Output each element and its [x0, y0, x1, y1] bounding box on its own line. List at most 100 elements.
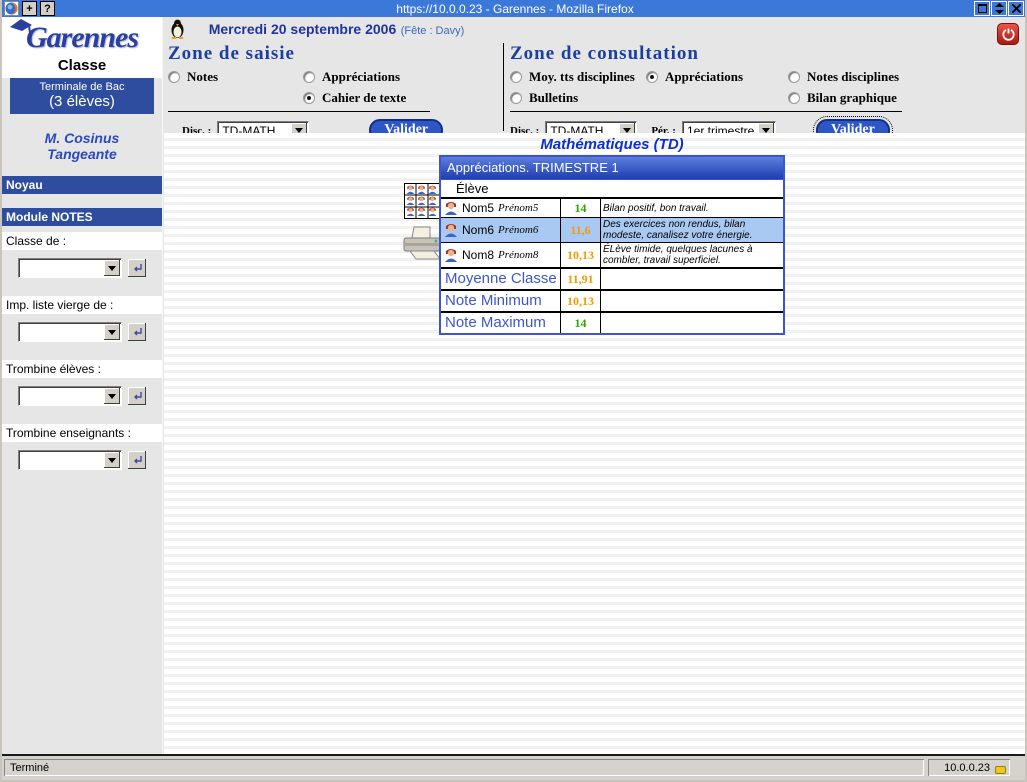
fete-label: (Fête : Davy) [401, 25, 465, 37]
student-name: Nom6 [462, 223, 494, 237]
group-label: Trombine élèves : [2, 360, 162, 378]
page-title: Mathématiques (TD) [439, 136, 785, 153]
firefox-icon [4, 1, 19, 16]
radio-bilan-graphique[interactable]: Bilan graphique [788, 89, 1011, 106]
appreciation-text: ÉLève timide, quelques lacunes à combler… [601, 243, 783, 267]
student-name: Nom5 [462, 201, 494, 215]
student-firstname: Prénom5 [498, 202, 538, 214]
browser-window: + ? https://10.0.0.23 - Garennes - Mozil… [0, 0, 1027, 782]
radio-icon[interactable] [168, 71, 180, 83]
summary-row-minimum: Note Minimum 10,13 [441, 291, 783, 313]
table-row[interactable]: Nom8 Prénom8 10,13 ÉLève timide, quelque… [441, 243, 783, 269]
note-value: 14 [561, 199, 601, 217]
shade-button[interactable] [991, 1, 1007, 16]
classe-count: (3 élèves) [10, 93, 154, 110]
summary-value: 11,91 [561, 269, 601, 289]
chevron-down-icon[interactable] [104, 452, 120, 468]
window-menu-button[interactable]: + [22, 1, 37, 16]
trombine-eleves-submit-button[interactable] [128, 387, 146, 405]
radio-notes[interactable]: Notes [168, 68, 303, 85]
chevron-down-icon[interactable] [104, 388, 120, 404]
classe-box: Terminale de Bac (3 élèves) [10, 78, 154, 114]
select-value [19, 387, 103, 405]
radio-icon[interactable] [510, 71, 522, 83]
student-firstname: Prénom6 [498, 224, 538, 236]
zone-consultation-title: Zone de consultation [510, 43, 1011, 65]
select-value [19, 323, 103, 341]
resize-grip[interactable] [1010, 759, 1023, 776]
student-avatar [444, 201, 458, 215]
host-address: 10.0.0.23 [944, 762, 990, 774]
close-icon[interactable] [1008, 1, 1024, 16]
window-help-button[interactable]: ? [40, 1, 55, 16]
classe-de-select[interactable] [18, 258, 122, 278]
classe-name: Terminale de Bac [10, 81, 154, 93]
header-band: Mercredi 20 septembre 2006 (Fête : Davy)… [164, 17, 1025, 133]
appreciation-text: Des exercices non rendus, bilan modeste,… [601, 218, 783, 242]
radio-cahier-de-texte[interactable]: Cahier de texte [303, 89, 503, 106]
teacher-subject: Tangeante [2, 146, 162, 162]
select-value [19, 451, 103, 469]
window-title: https://10.0.0.23 - Garennes - Mozilla F… [56, 2, 974, 16]
trombine-eleves-select[interactable] [18, 386, 122, 406]
trombinoscope-icon[interactable] [404, 183, 440, 224]
chevron-down-icon[interactable] [104, 260, 120, 276]
student-avatar [444, 223, 458, 237]
radio-appreciations[interactable]: Appréciations [303, 68, 503, 85]
chevron-down-icon[interactable] [104, 324, 120, 340]
zone-saisie: Zone de saisie Notes Appréciations [164, 43, 503, 142]
imp-liste-submit-button[interactable] [128, 323, 146, 341]
column-header-eleve: Élève [441, 180, 783, 199]
logo-cap-icon [8, 17, 34, 37]
radio-icon[interactable] [788, 92, 800, 104]
radio-moy-tts-disciplines[interactable]: Moy. tts disciplines [510, 68, 646, 85]
maximize-button[interactable] [974, 1, 990, 16]
group-trombine-eleves: Trombine élèves : [2, 360, 162, 406]
sidebar: Garennes Classe Terminale de Bac (3 élèv… [2, 17, 163, 754]
radio-notes-disciplines[interactable]: Notes disciplines [788, 68, 1011, 85]
summary-label: Moyenne Classe [441, 269, 561, 289]
lock-icon[interactable] [994, 761, 1007, 774]
trombine-enseignants-select[interactable] [18, 450, 122, 470]
section-noyau: Noyau [2, 176, 162, 194]
select-value [19, 259, 103, 277]
student-avatar [444, 248, 458, 262]
zone-consultation: Zone de consultation Moy. tts discipline… [504, 43, 1011, 142]
group-label: Trombine enseignants : [2, 424, 162, 442]
group-imp-liste: Imp. liste vierge de : [2, 296, 162, 342]
host-indicator: 10.0.0.23 [928, 759, 1010, 776]
imp-liste-select[interactable] [18, 322, 122, 342]
logout-power-button[interactable] [997, 23, 1019, 45]
radio-icon[interactable] [646, 71, 658, 83]
radio-bulletins[interactable]: Bulletins [510, 89, 646, 106]
date-line: Mercredi 20 septembre 2006 (Fête : Davy) [164, 21, 509, 39]
student-name: Nom8 [462, 248, 494, 262]
note-value: 10,13 [561, 243, 601, 267]
summary-value: 10,13 [561, 291, 601, 311]
logo-zone: Garennes [2, 17, 162, 57]
summary-label: Note Minimum [441, 291, 561, 311]
radio-icon[interactable] [510, 92, 522, 104]
radio-icon[interactable] [303, 71, 315, 83]
group-label: Classe de : [2, 232, 162, 250]
window-titlebar: + ? https://10.0.0.23 - Garennes - Mozil… [2, 0, 1025, 17]
section-module-notes: Module NOTES [2, 208, 162, 226]
printer-icon[interactable] [400, 226, 444, 267]
content-area: Mathématiques (TD) [164, 133, 1025, 754]
group-label: Imp. liste vierge de : [2, 296, 162, 314]
radio-icon[interactable] [788, 71, 800, 83]
current-date: Mercredi 20 septembre 2006 [209, 21, 397, 37]
radio-consult-appreciations[interactable]: Appréciations [646, 68, 788, 85]
table-caption: Appréciations. TRIMESTRE 1 [441, 157, 783, 180]
status-bar: Terminé 10.0.0.23 [2, 754, 1025, 780]
table-row[interactable]: Nom5 Prénom5 14 Bilan positif, bon trava… [441, 199, 783, 218]
table-row[interactable]: Nom6 Prénom6 11,6 Des exercices non rend… [441, 218, 783, 243]
classe-de-submit-button[interactable] [128, 259, 146, 277]
radio-icon[interactable] [303, 92, 315, 104]
appreciations-table: Appréciations. TRIMESTRE 1 Élève Nom5 Pr… [439, 155, 785, 335]
status-message: Terminé [4, 759, 924, 776]
zone-saisie-title: Zone de saisie [168, 43, 503, 65]
summary-row-maximum: Note Maximum 14 [441, 313, 783, 333]
trombine-enseignants-submit-button[interactable] [128, 451, 146, 469]
summary-label: Note Maximum [441, 313, 561, 333]
